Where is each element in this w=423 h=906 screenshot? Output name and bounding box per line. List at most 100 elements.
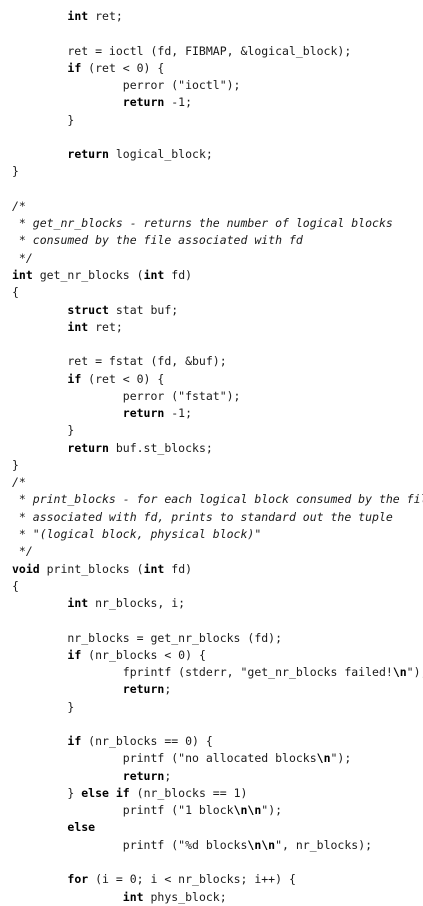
code-line: return; xyxy=(12,768,423,785)
code-text: } xyxy=(12,457,19,472)
code-text: } xyxy=(12,785,82,800)
code-text: printf ("1 block xyxy=(12,803,234,818)
code-text: -1; xyxy=(164,406,193,421)
code-keyword: if xyxy=(67,647,82,662)
code-text: print_blocks ( xyxy=(39,561,144,576)
code-comment: */ xyxy=(12,544,33,559)
code-comment: * "(logical block, physical block)" xyxy=(12,526,262,541)
code-line: for (i = 0; i < nr_blocks; i++) { xyxy=(12,871,423,888)
code-text: "); xyxy=(330,751,352,766)
code-line: /* xyxy=(12,198,423,215)
code-text: ret; xyxy=(88,319,123,334)
code-text: printf ("no allocated blocks xyxy=(12,751,317,766)
code-comment: * print_blocks - for each logical block … xyxy=(12,492,423,507)
code-keyword: int xyxy=(143,561,165,576)
code-text: buf.st_blocks; xyxy=(108,440,213,455)
code-text: logical_block; xyxy=(108,147,213,162)
code-line: if (ret < 0) { xyxy=(12,60,423,77)
code-text: fd) xyxy=(164,561,193,576)
code-keyword: if xyxy=(67,371,82,386)
code-line: ret = fstat (fd, &buf); xyxy=(12,353,423,370)
code-keyword: for xyxy=(67,872,89,887)
code-text: nr_blocks = get_nr_blocks (fd); xyxy=(12,630,283,645)
code-line: * "(logical block, physical block)" xyxy=(12,526,423,543)
code-line: if (nr_blocks == 0) { xyxy=(12,733,423,750)
code-line: */ xyxy=(12,543,423,560)
code-keyword: return xyxy=(122,95,165,110)
code-line: printf ("%d blocks\n\n", nr_blocks); xyxy=(12,837,423,854)
code-keyword: return xyxy=(122,406,165,421)
code-text: (ret < 0) { xyxy=(81,60,165,75)
code-line: return; xyxy=(12,681,423,698)
code-text: { xyxy=(12,285,19,300)
code-text: -1; xyxy=(164,95,193,110)
code-escape: \n\n xyxy=(247,837,276,852)
code-line: if (nr_blocks < 0) { xyxy=(12,647,423,664)
code-keyword: int xyxy=(12,267,33,282)
code-text: ret; xyxy=(88,9,123,23)
code-line: return -1; xyxy=(12,94,423,111)
code-text: (i = 0; i < nr_blocks; i++) { xyxy=(88,872,296,887)
code-line: if (ret < 0) { xyxy=(12,371,423,388)
code-line: { xyxy=(12,578,423,595)
code-text: { xyxy=(12,578,19,593)
code-line: /* xyxy=(12,474,423,491)
code-escape: \n xyxy=(392,665,407,680)
code-line: * print_blocks - for each logical block … xyxy=(12,491,423,508)
code-text: printf ("%d blocks xyxy=(12,837,248,852)
code-line: int ret; xyxy=(12,8,423,25)
code-line: return -1; xyxy=(12,405,423,422)
code-text: (nr_blocks == 1) xyxy=(129,785,248,800)
code-line: } xyxy=(12,422,423,439)
code-line: */ xyxy=(12,250,423,267)
code-text: ; xyxy=(164,682,172,697)
code-line: struct stat buf; xyxy=(12,302,423,319)
code-line: return logical_block; xyxy=(12,146,423,163)
code-line: ret = ioctl (fd, FIBMAP, &logical_block)… xyxy=(12,43,423,60)
code-keyword: int xyxy=(67,319,89,334)
code-text: stat buf; xyxy=(108,302,179,317)
code-line: } xyxy=(12,457,423,474)
code-keyword: return xyxy=(122,768,165,783)
code-text: fd) xyxy=(164,267,193,282)
code-line: int phys_block; xyxy=(12,889,423,906)
code-text: ; xyxy=(164,768,172,783)
code-text: nr_blocks, i; xyxy=(88,596,186,611)
code-keyword: else xyxy=(67,820,96,835)
code-line: perror ("fstat"); xyxy=(12,388,423,405)
code-keyword: int xyxy=(122,889,144,904)
code-comment: /* xyxy=(12,475,26,490)
code-line: nr_blocks = get_nr_blocks (fd); xyxy=(12,630,423,647)
code-comment: /* xyxy=(12,198,26,213)
code-keyword: if xyxy=(67,734,82,749)
code-line: { xyxy=(12,284,423,301)
code-line: return buf.st_blocks; xyxy=(12,440,423,457)
code-text: ret = ioctl (fd, FIBMAP, &logical_block)… xyxy=(12,43,352,58)
code-line: perror ("ioctl"); xyxy=(12,77,423,94)
code-keyword: int xyxy=(143,267,165,282)
code-line: printf ("no allocated blocks\n"); xyxy=(12,750,423,767)
code-text: perror ("ioctl"); xyxy=(12,78,241,93)
code-line: } xyxy=(12,163,423,180)
code-line: int get_nr_blocks (int fd) xyxy=(12,267,423,284)
code-keyword: if xyxy=(67,60,82,75)
code-line: } xyxy=(12,112,423,129)
code-escape: \n xyxy=(316,751,331,766)
code-line: int ret; xyxy=(12,319,423,336)
code-text: perror ("fstat"); xyxy=(12,388,241,403)
code-text: (nr_blocks < 0) { xyxy=(81,647,206,662)
code-text: "); xyxy=(261,803,283,818)
code-text: (nr_blocks == 0) { xyxy=(81,734,213,749)
